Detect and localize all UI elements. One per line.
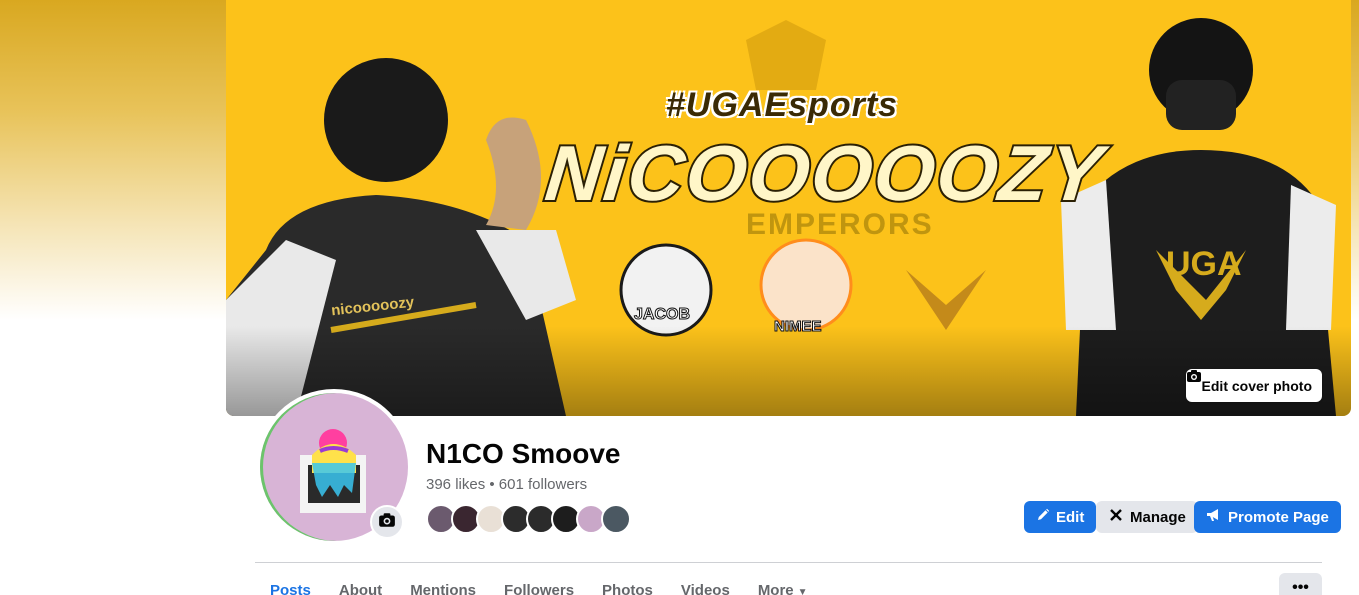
jersey-logo: UGA xyxy=(1166,245,1242,283)
page-title: N1CO Smoove xyxy=(426,438,621,469)
tab-more-label: More xyxy=(757,582,794,595)
cover-shade xyxy=(226,326,1351,416)
chevron-down-icon: ▼ xyxy=(797,587,808,595)
page-stats[interactable]: 396 likes • 601 followers xyxy=(426,476,587,493)
profile-tabs: Posts About Mentions Followers Photos Vi… xyxy=(256,576,822,595)
manage-button-label: Manage xyxy=(1130,508,1186,526)
edit-button-label: Edit xyxy=(1056,508,1085,526)
promote-page-button[interactable]: Promote Page xyxy=(1194,501,1341,533)
edit-cover-photo-button[interactable]: Edit cover photo xyxy=(1185,369,1322,402)
update-profile-picture-button[interactable] xyxy=(370,505,404,539)
tab-mentions[interactable]: Mentions xyxy=(396,576,490,595)
edit-button[interactable]: Edit xyxy=(1024,501,1097,533)
manage-button[interactable]: Manage xyxy=(1096,501,1198,533)
follower-avatars xyxy=(426,504,631,534)
cover-title: NiCOOOOOZY xyxy=(539,127,1110,219)
tab-videos[interactable]: Videos xyxy=(667,576,744,595)
camera-icon xyxy=(378,512,396,533)
cover-photo[interactable]: #UGAEsports NiCOOOOOZY EMPERORS JACOB NI… xyxy=(226,0,1351,416)
tab-more[interactable]: More ▼ xyxy=(744,576,822,595)
badge-jacob: JACOB xyxy=(633,306,691,324)
tab-posts[interactable]: Posts xyxy=(256,576,325,595)
tab-followers[interactable]: Followers xyxy=(490,576,588,595)
more-options-button[interactable]: ••• xyxy=(1279,573,1322,595)
manage-icon xyxy=(1108,507,1124,527)
promote-page-label: Promote Page xyxy=(1228,508,1329,526)
pencil-icon xyxy=(1036,508,1050,526)
tab-photos[interactable]: Photos xyxy=(588,576,667,595)
megaphone-icon xyxy=(1206,508,1222,526)
cover-subtitle: EMPERORS xyxy=(746,208,934,241)
follower-avatar[interactable] xyxy=(601,504,631,534)
edit-cover-photo-label: Edit cover photo xyxy=(1201,377,1312,394)
more-options-icon: ••• xyxy=(1292,579,1309,595)
tab-about[interactable]: About xyxy=(325,576,396,595)
cover-hashtag: #UGAEsports xyxy=(666,86,899,124)
divider xyxy=(255,562,1322,563)
